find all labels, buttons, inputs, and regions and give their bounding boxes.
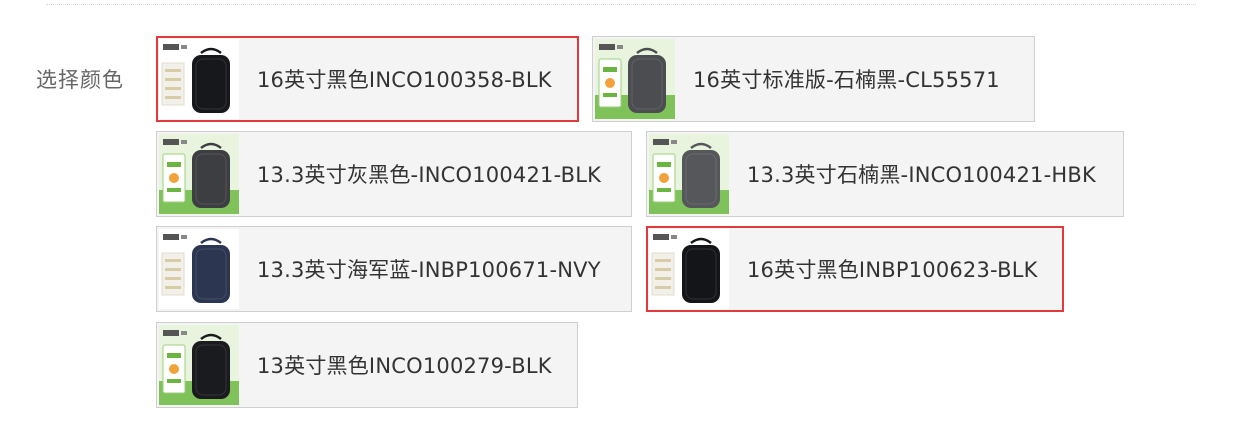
backpack-thumbnail-image: [159, 134, 239, 214]
backpack-thumbnail-image: [159, 325, 239, 405]
backpack-thumbnail-image: [159, 39, 239, 119]
color-option-0[interactable]: 16英寸黑色INCO100358-BLK: [156, 36, 579, 122]
color-option-label: 16英寸黑色INCO100358-BLK: [257, 68, 552, 92]
color-option-label: 16英寸标准版-石楠黑-CL55571: [693, 68, 1000, 92]
product-thumbnail: [159, 39, 239, 119]
product-thumbnail: [649, 134, 729, 214]
backpack-thumbnail-image: [595, 39, 675, 119]
product-thumbnail: [159, 325, 239, 405]
color-option-5[interactable]: 16英寸黑色INBP100623-BLK: [646, 226, 1064, 312]
color-option-6[interactable]: 13英寸黑色INCO100279-BLK: [156, 322, 578, 408]
color-option-4[interactable]: 13.3英寸海军蓝-INBP100671-NVY: [156, 226, 632, 312]
color-select-label: 选择颜色: [36, 68, 124, 92]
product-thumbnail: [649, 229, 729, 309]
backpack-thumbnail-image: [159, 229, 239, 309]
backpack-thumbnail-image: [649, 134, 729, 214]
product-thumbnail: [159, 134, 239, 214]
top-divider: [46, 4, 1196, 5]
color-option-1[interactable]: 16英寸标准版-石楠黑-CL55571: [592, 36, 1035, 122]
color-option-label: 13.3英寸灰黑色-INCO100421-BLK: [257, 163, 602, 187]
backpack-thumbnail-image: [649, 229, 729, 309]
color-option-label: 16英寸黑色INBP100623-BLK: [747, 258, 1038, 282]
color-option-2[interactable]: 13.3英寸灰黑色-INCO100421-BLK: [156, 131, 632, 217]
color-option-3[interactable]: 13.3英寸石楠黑-INCO100421-HBK: [646, 131, 1124, 217]
product-thumbnail: [159, 229, 239, 309]
color-option-label: 13.3英寸石楠黑-INCO100421-HBK: [747, 163, 1096, 187]
product-thumbnail: [595, 39, 675, 119]
color-option-label: 13.3英寸海军蓝-INBP100671-NVY: [257, 258, 601, 282]
color-option-label: 13英寸黑色INCO100279-BLK: [257, 354, 552, 378]
